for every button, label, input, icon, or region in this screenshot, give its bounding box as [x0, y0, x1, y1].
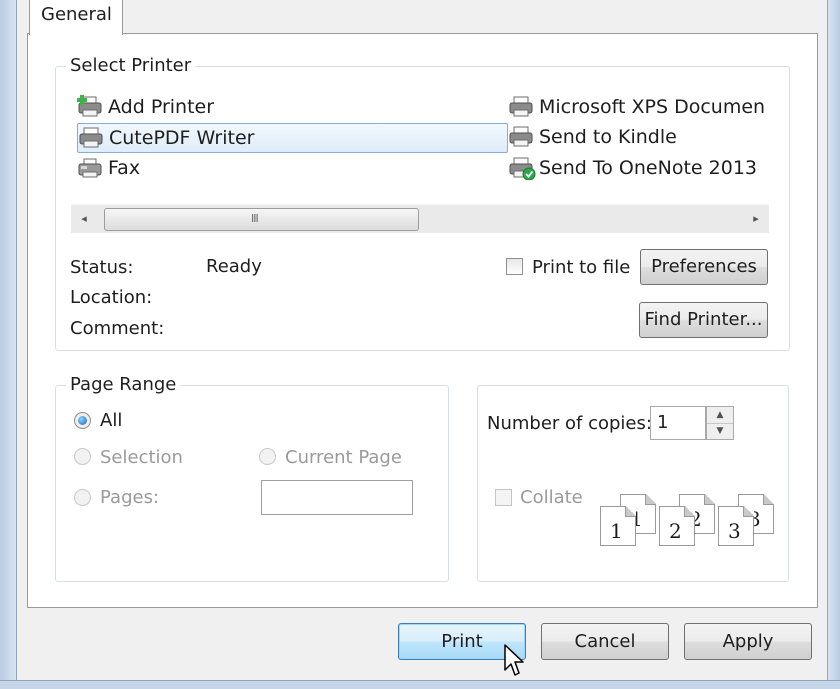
- print-button-label: Print: [441, 631, 483, 652]
- printer-item-send-to-onenote[interactable]: Send To OneNote 2013: [508, 154, 757, 182]
- print-to-file-checkbox[interactable]: [506, 258, 523, 275]
- printer-item-microsoft-xps[interactable]: Microsoft XPS Documen: [508, 93, 765, 121]
- printer-list-scrollbar[interactable]: ◂ III ▸: [71, 204, 769, 233]
- scroll-right-arrow-icon[interactable]: ▸: [743, 205, 769, 233]
- spin-up-arrow-icon[interactable]: ▲: [707, 407, 733, 424]
- fax-icon: [77, 156, 105, 180]
- scrollbar-thumb[interactable]: III: [104, 208, 419, 231]
- find-printer-button[interactable]: Find Printer...: [639, 302, 768, 338]
- collate-checkbox[interactable]: [495, 489, 512, 506]
- apply-button-label: Apply: [722, 631, 774, 652]
- find-printer-button-label: Find Printer...: [644, 309, 763, 330]
- print-dialog: General Select Printer Add Printer CuteP…: [0, 0, 840, 689]
- copies-spinner[interactable]: ▲ ▼: [706, 406, 734, 440]
- cancel-button[interactable]: Cancel: [541, 623, 669, 660]
- add-printer-icon: [77, 95, 105, 119]
- preferences-button-label: Preferences: [651, 256, 757, 277]
- scrollbar-grip: III: [251, 212, 259, 225]
- spin-down-arrow-icon[interactable]: ▼: [707, 423, 733, 439]
- comment-label: Comment:: [70, 318, 165, 339]
- default-printer-icon: [508, 156, 536, 181]
- printer-item-cutepdf-writer[interactable]: CutePDF Writer: [77, 123, 508, 153]
- apply-button[interactable]: Apply: [684, 623, 812, 660]
- printer-name: Send To OneNote 2013: [539, 157, 757, 179]
- pages-input[interactable]: [261, 480, 413, 515]
- preferences-button[interactable]: Preferences: [640, 249, 768, 285]
- printer-item-add-printer[interactable]: Add Printer: [77, 93, 214, 121]
- tab-general-label: General: [41, 4, 112, 25]
- status-label: Status:: [70, 257, 134, 278]
- pages-radio-label[interactable]: Pages:: [100, 487, 159, 508]
- select-printer-legend: Select Printer: [66, 55, 196, 76]
- current-page-radio-label[interactable]: Current Page: [285, 447, 402, 468]
- scroll-left-arrow-icon[interactable]: ◂: [71, 205, 97, 233]
- pages-radio[interactable]: [74, 489, 91, 506]
- collate-pages-icon: 1 1: [600, 494, 658, 546]
- printer-name: Add Printer: [108, 96, 215, 118]
- page-front: 1: [600, 506, 636, 546]
- printer-name: Fax: [108, 157, 141, 179]
- printer-icon: [508, 125, 536, 149]
- selection-radio[interactable]: [74, 448, 91, 465]
- printer-name: CutePDF Writer: [109, 127, 255, 149]
- current-page-radio[interactable]: [259, 448, 276, 465]
- printer-name: Send to Kindle: [539, 126, 677, 148]
- cancel-button-label: Cancel: [574, 631, 636, 652]
- tab-general[interactable]: General: [29, 0, 123, 35]
- collate-label[interactable]: Collate: [520, 487, 583, 508]
- collate-pages-icon: 2 2: [659, 494, 717, 546]
- printer-item-send-to-kindle[interactable]: Send to Kindle: [508, 123, 677, 151]
- number-of-copies-value: 1: [657, 412, 669, 433]
- window-frame-bottom: [0, 680, 840, 689]
- all-radio[interactable]: [74, 412, 91, 429]
- collate-pages-icon: 3 3: [718, 494, 776, 546]
- page-front: 3: [718, 506, 754, 546]
- window-frame-right: [827, 0, 840, 689]
- printer-item-fax[interactable]: Fax: [77, 154, 140, 182]
- selection-radio-label[interactable]: Selection: [100, 447, 183, 468]
- status-value: Ready: [206, 256, 262, 277]
- mouse-pointer-icon: [504, 644, 524, 676]
- number-of-copies-input[interactable]: 1: [650, 406, 706, 440]
- all-radio-label[interactable]: All: [100, 410, 122, 431]
- window-frame-left: [0, 0, 17, 689]
- printer-icon: [78, 126, 106, 150]
- print-to-file-label[interactable]: Print to file: [532, 257, 630, 278]
- number-of-copies-label: Number of copies:: [487, 413, 652, 434]
- printer-icon: [508, 95, 536, 119]
- page-range-legend: Page Range: [66, 374, 181, 395]
- printer-name: Microsoft XPS Documen: [539, 96, 766, 118]
- page-front: 2: [659, 506, 695, 546]
- location-label: Location:: [70, 287, 153, 308]
